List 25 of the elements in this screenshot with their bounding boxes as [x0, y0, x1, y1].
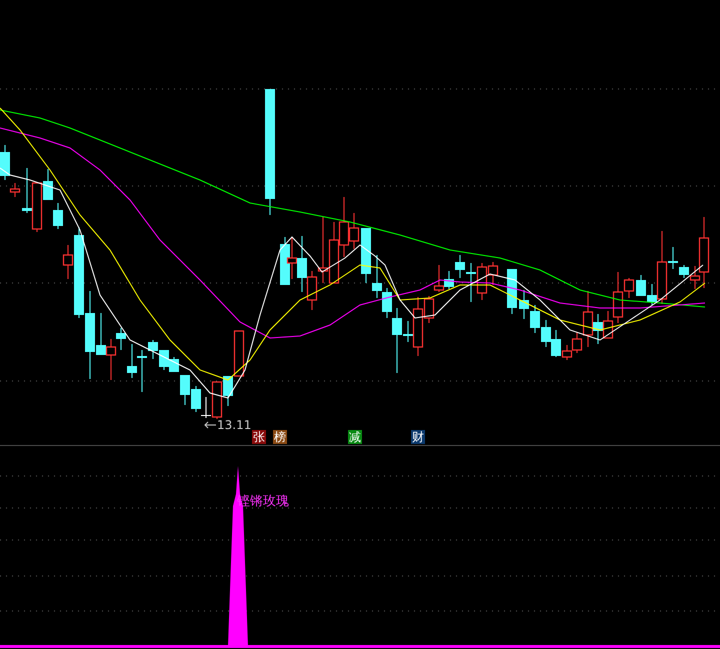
candlestick	[636, 274, 646, 296]
candlestick	[53, 202, 63, 230]
candlestick	[180, 374, 190, 406]
signal-tag: 榜	[273, 430, 287, 444]
candlestick	[507, 268, 517, 314]
candlestick	[280, 236, 290, 286]
candlestick	[328, 222, 340, 284]
candlestick	[10, 182, 20, 198]
candlestick	[361, 228, 371, 284]
arrow-icon	[204, 421, 216, 429]
candlestick	[519, 290, 529, 320]
candlestick	[297, 236, 307, 292]
signal-tag: 财	[411, 430, 425, 444]
candlestick	[169, 356, 179, 372]
candlestick	[286, 236, 298, 280]
candlestick	[0, 144, 10, 180]
low-price-label: 13.11	[217, 418, 252, 432]
candlestick	[191, 386, 201, 412]
candlestick	[159, 350, 169, 370]
signal-tag: 减	[348, 430, 362, 444]
candlestick	[530, 304, 540, 334]
candlestick	[372, 254, 382, 298]
candlestick	[541, 320, 551, 348]
signal-tag: 张	[252, 430, 266, 444]
candlestick	[22, 168, 32, 214]
